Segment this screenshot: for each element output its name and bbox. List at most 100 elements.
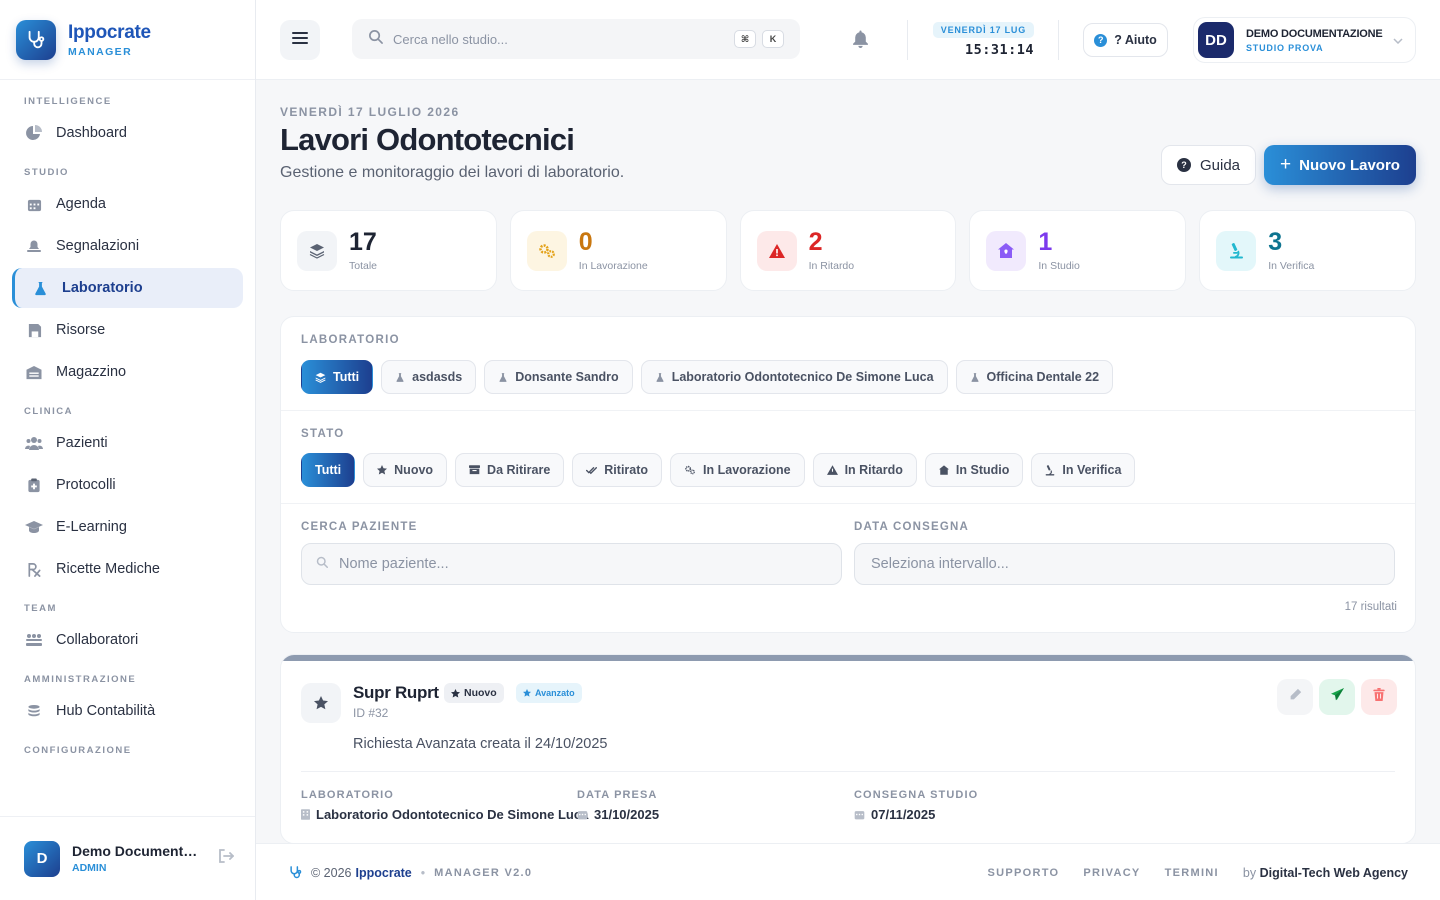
footer-link-privacy[interactable]: PRIVACY [1083, 867, 1140, 879]
delivery-date-placeholder: Seleziona intervallo... [871, 556, 1009, 572]
sidebar-item-label: Ricette Mediche [56, 561, 160, 577]
search-placeholder: Cerca nello studio... [393, 31, 508, 47]
new-job-button[interactable]: + Nuovo Lavoro [1264, 145, 1416, 185]
menu-button[interactable] [280, 20, 320, 60]
sidebar-item-elearning[interactable]: E-Learning [12, 507, 243, 547]
chip-label: In Ritardo [844, 463, 903, 477]
lab-chip[interactable]: asdasds [381, 360, 477, 394]
footer-links: SUPPORTO PRIVACY TERMINI by Digital-Tech… [963, 866, 1408, 880]
help-circle-icon: ? [1094, 33, 1108, 47]
lab-chip[interactable]: Officina Dentale 22 [955, 360, 1114, 394]
lab-chip[interactable]: Donsante Sandro [484, 360, 633, 394]
building-icon [301, 809, 310, 820]
sidebar-user[interactable]: D Demo Documenta… ADMIN [0, 816, 255, 900]
stat-card-in-verifica[interactable]: 3 In Verifica [1199, 210, 1416, 291]
sidebar-item-risorse[interactable]: Risorse [12, 310, 243, 350]
logout-icon[interactable] [218, 849, 235, 868]
sidebar-item-hub-contabilita[interactable]: Hub Contabilità [12, 691, 243, 731]
notifications-bell-icon[interactable] [852, 30, 869, 53]
status-chip-in-lavorazione[interactable]: In Lavorazione [670, 453, 805, 487]
stat-card-total[interactable]: 17 Totale [280, 210, 497, 291]
sidebar-item-label: Magazzino [56, 364, 127, 380]
sidebar-item-collaboratori[interactable]: Collaboratori [12, 620, 243, 660]
sidebar-item-agenda[interactable]: Agenda [12, 184, 243, 224]
job-card[interactable]: Supr Ruprt Nuovo Avanzato ID #32 Richies… [280, 654, 1416, 844]
stat-label: Totale [349, 259, 378, 272]
send-button[interactable] [1319, 679, 1355, 715]
stethoscope-icon [16, 19, 56, 60]
stat-card-in-lavorazione[interactable]: 0 In Lavorazione [509, 210, 727, 291]
double-check-icon [586, 466, 598, 475]
sidebar-item-laboratorio[interactable]: Laboratorio [12, 268, 243, 308]
sidebar-item-label: Dashboard [56, 125, 127, 141]
flask-icon [655, 372, 665, 383]
stat-value: 0 [578, 227, 593, 256]
lab-chip[interactable]: Laboratorio Odontotecnico De Simone Luca [640, 360, 948, 394]
divider [301, 771, 1395, 772]
stats-row: 17 Totale 0 In Lavorazione 2 In Ritardo 1 In… [280, 210, 1416, 291]
account-menu[interactable]: DD DEMO DOCUMENTAZIONE STUDIO PROVA [1193, 17, 1416, 63]
stat-label: In Lavorazione [578, 259, 648, 272]
sidebar-item-magazzino[interactable]: Magazzino [12, 352, 243, 392]
chip-label: Da Ritirare [487, 463, 551, 477]
status-chip-ritirato[interactable]: Ritirato [572, 453, 663, 487]
footer-credit[interactable]: by Digital-Tech Web Agency [1243, 866, 1408, 880]
sidebar-item-segnalazioni[interactable]: Segnalazioni [12, 226, 243, 266]
kbd-k: K [762, 30, 784, 48]
sidebar-item-label: Risorse [56, 322, 106, 338]
new-job-label: Nuovo Lavoro [1299, 156, 1400, 174]
sidebar-item-ricette[interactable]: Ricette Mediche [12, 549, 243, 589]
star-icon [451, 688, 460, 698]
edit-button[interactable] [1277, 679, 1313, 715]
delivery-date-label: DATA CONSEGNA [854, 521, 970, 533]
global-search-input[interactable]: Cerca nello studio... ⌘ K [352, 19, 800, 59]
footer-dot: • [420, 865, 426, 880]
chip-label: In Verifica [1062, 463, 1122, 477]
delivery-date-input[interactable]: Seleziona intervallo... [854, 543, 1395, 585]
guide-label: Guida [1199, 156, 1241, 174]
status-chip-in-studio[interactable]: In Studio [924, 453, 1024, 487]
delete-button[interactable] [1361, 679, 1397, 715]
page-subtitle: Gestione e monitoraggio dei lavori di la… [280, 164, 625, 181]
nav-section-title: INTELLIGENCE [24, 96, 112, 107]
account-sub: STUDIO PROVA [1246, 42, 1324, 53]
coins-icon [24, 701, 44, 721]
badge-label: Avanzato [535, 688, 575, 698]
chip-label: Donsante Sandro [515, 370, 619, 384]
footer-link-supporto[interactable]: SUPPORTO [987, 867, 1059, 879]
sidebar-item-protocolli[interactable]: Protocolli [12, 465, 243, 505]
status-chip-da-ritirare[interactable]: Da Ritirare [455, 453, 565, 487]
footer: © 2026 Ippocrate • MANAGER V2.0 SUPPORTO… [256, 843, 1440, 900]
meta-value-date-taken: 31/10/2025 [577, 807, 659, 822]
sidebar-item-dashboard[interactable]: Dashboard [12, 113, 243, 153]
brand[interactable]: Ippocrate MANAGER [0, 0, 255, 80]
footer-brand: Ippocrate [355, 865, 412, 880]
status-chip-nuovo[interactable]: Nuovo [363, 453, 448, 487]
prescription-icon [24, 559, 44, 579]
sidebar-item-label: Laboratorio [62, 280, 143, 296]
star-icon [377, 465, 388, 475]
user-role: ADMIN [72, 862, 107, 874]
patient-search-input[interactable]: Nome paziente... [301, 543, 842, 585]
flask-icon [498, 372, 508, 383]
trash-icon [1373, 688, 1385, 706]
status-chip-in-verifica[interactable]: In Verifica [1031, 453, 1136, 487]
stat-card-in-ritardo[interactable]: 2 In Ritardo [739, 210, 957, 291]
footer-link-termini[interactable]: TERMINI [1165, 867, 1219, 879]
stat-card-in-studio[interactable]: 1 In Studio [969, 210, 1187, 291]
status-chip-in-ritardo[interactable]: In Ritardo [812, 453, 917, 487]
status-chip-all[interactable]: Tutti [301, 453, 356, 487]
page-date: VENERDÌ 17 LUGLIO 2026 [280, 105, 460, 119]
star-icon [301, 683, 341, 723]
lab-chip-all[interactable]: Tutti [301, 360, 374, 394]
help-button[interactable]: ? ? Aiuto [1083, 23, 1168, 57]
footer-agency: Digital-Tech Web Agency [1259, 866, 1408, 880]
warning-icon [826, 465, 838, 475]
guide-button[interactable]: ? Guida [1161, 145, 1256, 185]
stat-value: 17 [349, 227, 377, 256]
sidebar-item-pazienti[interactable]: Pazienti [12, 423, 243, 463]
chip-label: asdasds [412, 370, 463, 384]
avatar: D [24, 840, 60, 877]
help-label: ? Aiuto [1114, 33, 1157, 47]
house-icon [938, 465, 949, 475]
